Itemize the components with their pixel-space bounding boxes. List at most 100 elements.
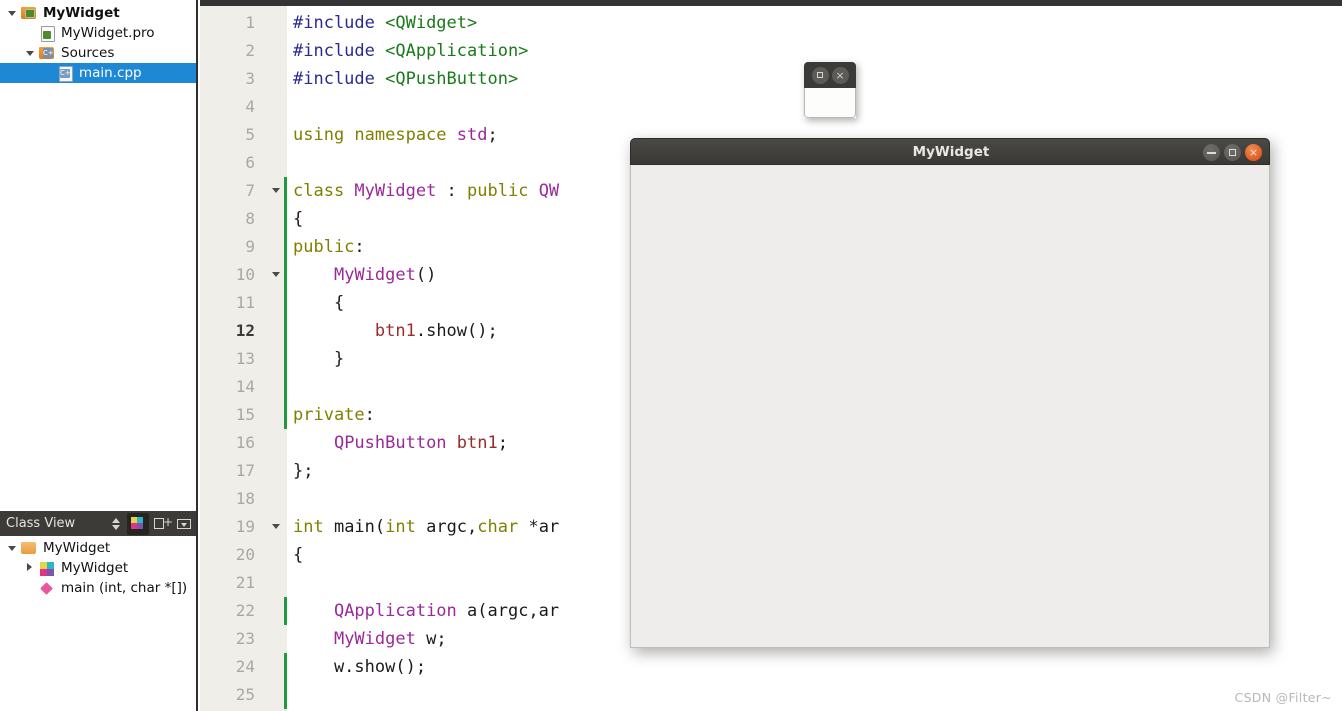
close-icon[interactable]: × [831,66,849,84]
close-glyph: × [1248,146,1259,159]
code-token: <QPushButton> [385,69,519,89]
folder-qt-icon [20,5,38,21]
code-line: w.show(); [293,653,426,681]
watermark: CSDN @Filter~ [1234,690,1332,705]
maximize-icon[interactable] [1224,144,1241,161]
code-token: { [293,293,345,313]
code-token: #include [293,13,386,33]
close-icon[interactable]: × [1245,144,1262,161]
code-token: main( [333,517,386,537]
code-token: QApplication [333,601,457,621]
chevron-down-icon[interactable] [22,43,38,63]
code-token: : [354,237,365,257]
mywidget-window-title: MyWidget [912,144,990,160]
code-token: } [293,349,345,369]
push-button-window[interactable]: × [804,62,856,118]
code-token: #include [293,69,386,89]
code-token: <QApplication> [385,41,529,61]
code-token: btn1 [374,321,416,341]
code-token: ; [487,125,498,145]
push-button-window-body[interactable] [804,88,856,118]
code-token: <QWidget> [385,13,478,33]
code-token: : [436,181,468,201]
code-token: MyWidget [354,181,437,201]
maximize-icon[interactable] [811,66,829,84]
code-line: private: [293,401,375,429]
push-button-window-titlebar[interactable]: × [804,62,856,88]
qt-creator-window: MyWidget MyWidget.pro Sources main.cpp Clas… [0,0,1342,711]
code-token: : [364,405,375,425]
code-token: class [293,181,355,201]
code-line: #include <QPushButton> [293,65,518,93]
code-line: int main(int argc,char *ar [293,513,559,541]
code-token: std [456,125,488,145]
code-token: { [293,545,304,565]
code-token: MyWidget [333,629,416,649]
project-tree-item-label: Sources [61,45,115,61]
project-tree-item-main-cpp[interactable]: main.cpp [0,63,196,83]
code-token: char [477,517,529,537]
sync-with-editor-icon[interactable] [127,512,149,535]
code-token: ; [497,433,508,453]
mywidget-window-body[interactable] [630,165,1270,648]
code-line: btn1.show(); [293,317,498,345]
chevron-right-icon[interactable] [22,558,38,578]
code-line: class MyWidget : public QW [293,177,559,205]
code-line: using namespace std; [293,121,498,149]
project-tree-item-mywidget[interactable]: MyWidget [0,3,196,23]
class-view-item-mywidget[interactable]: MyWidget [0,538,196,558]
code-line: }; [293,457,313,485]
code-token: *ar [528,517,560,537]
chevron-down-icon[interactable] [4,3,20,23]
project-tree-item-label: MyWidget [43,5,120,21]
minimize-icon[interactable] [1203,144,1220,161]
code-line: #include <QWidget> [293,9,477,37]
folder-icon [20,540,38,556]
code-token: a(argc,ar [456,601,560,621]
qt-project-file-icon [38,25,56,42]
sort-updown-icon[interactable] [104,513,126,535]
class-view-item-label: MyWidget [43,540,111,556]
sources-folder-icon [38,45,56,61]
code-token: () [415,265,437,285]
code-line: } [293,345,344,373]
project-tree-item-sources[interactable]: Sources [0,43,196,63]
project-tree[interactable]: MyWidget MyWidget.pro Sources main.cpp [0,0,196,83]
code-line: QPushButton btn1; [293,429,508,457]
class-view-item-label: MyWidget [61,560,129,576]
class-view-header: Class View [0,511,196,536]
code-line: MyWidget() [293,261,436,289]
class-view-tree[interactable]: MyWidget MyWidget main (int, char *[]) [0,538,196,598]
project-tree-item-label: main.cpp [79,65,142,81]
code-line: { [293,541,303,569]
add-split-icon[interactable] [150,512,173,535]
code-line: MyWidget w; [293,625,447,653]
code-token: btn1 [456,433,498,453]
class-view-item-main-int-char[interactable]: main (int, char *[]) [0,578,196,598]
code-token: public [467,181,539,201]
code-line: public: [293,233,365,261]
code-token: int [385,517,427,537]
class-view-item-label: main (int, char *[]) [61,580,188,596]
mywidget-titlebar[interactable]: MyWidget × [630,138,1270,165]
chevron-down-icon[interactable] [4,538,20,558]
code-line: { [293,289,344,317]
code-token: QW [538,181,560,201]
code-token: argc, [426,517,478,537]
code-token: .show(); [415,321,498,341]
mywidget-window[interactable]: MyWidget × [630,138,1270,648]
code-token: w.show(); [293,657,427,677]
panel-menu-icon[interactable] [173,513,195,535]
cpp-file-icon [56,65,74,82]
code-line: QApplication a(argc,ar [293,597,559,625]
project-tree-item-mywidget-pro[interactable]: MyWidget.pro [0,23,196,43]
code-line: { [293,205,303,233]
class-view-item-mywidget[interactable]: MyWidget [0,558,196,578]
code-token: public [293,237,355,257]
function-icon [38,580,56,596]
class-icon [38,560,56,576]
